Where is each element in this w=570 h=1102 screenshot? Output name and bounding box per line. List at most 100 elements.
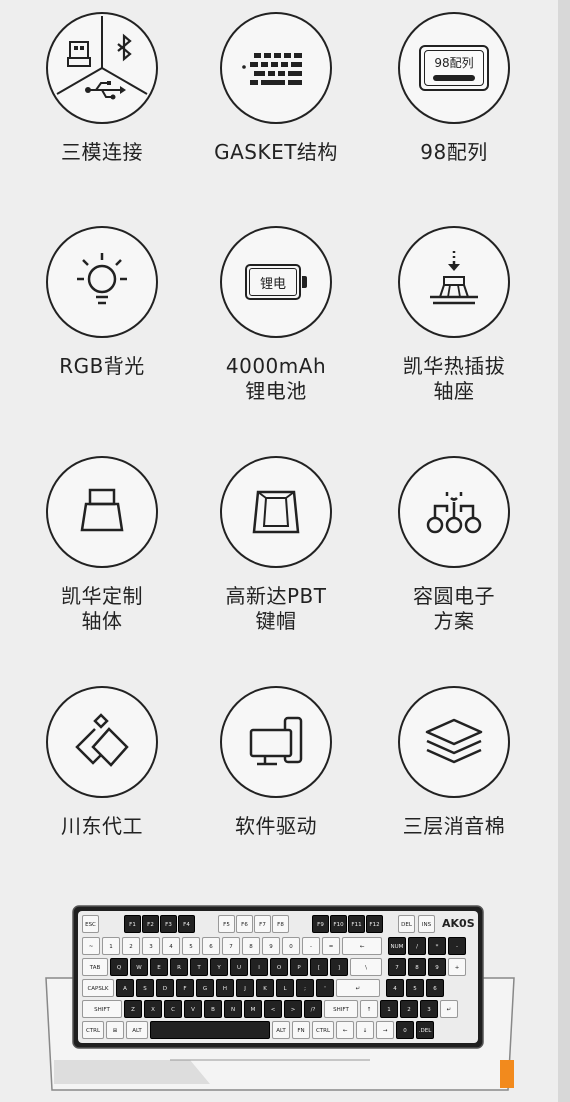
keycap: K bbox=[256, 979, 274, 997]
keycap: B bbox=[204, 1000, 222, 1018]
feature-tri-mode: 三模连接 bbox=[12, 12, 192, 165]
keycap: I bbox=[250, 958, 268, 976]
keycap: O bbox=[270, 958, 288, 976]
keycap: Z bbox=[124, 1000, 142, 1018]
keycap: R bbox=[170, 958, 188, 976]
keycap: .DEL bbox=[416, 1021, 434, 1039]
right-edge-strip bbox=[558, 0, 570, 1102]
keycap: CTRL bbox=[82, 1021, 104, 1039]
keycap: F10 bbox=[330, 915, 347, 933]
feature-label: 4000mAh 锂电池 bbox=[225, 354, 327, 403]
feature-label: 川东代工 bbox=[61, 814, 143, 838]
keycap: 9 bbox=[428, 958, 446, 976]
keycap: INS bbox=[418, 915, 435, 933]
keycap: ] bbox=[330, 958, 348, 976]
battery-badge-text: 锂电 bbox=[259, 277, 286, 292]
keycap: J bbox=[236, 979, 254, 997]
keycap: SHIFT bbox=[82, 1000, 122, 1018]
feature-label: 凯华热插拔 轴座 bbox=[402, 354, 506, 403]
software-driver-icon bbox=[220, 686, 332, 798]
keycap: 3 bbox=[142, 937, 160, 955]
98-layout-icon: 98配列 bbox=[398, 12, 510, 124]
feature-sound-foam: 三层消音棉 bbox=[364, 686, 544, 839]
feature-custom-switch: 凯华定制 轴体 bbox=[12, 456, 192, 634]
keycap: F8 bbox=[272, 915, 289, 933]
keycap: 2 bbox=[400, 1000, 418, 1018]
lithium-battery-icon: 锂电 bbox=[220, 226, 332, 338]
keycap: 6 bbox=[426, 979, 444, 997]
keycap: * bbox=[428, 937, 446, 955]
feature-cardboard: 川东代工 bbox=[12, 686, 192, 839]
keycap: < bbox=[264, 1000, 282, 1018]
keycap: CAPSLK bbox=[82, 979, 114, 997]
keycap: Y bbox=[210, 958, 228, 976]
keycap: 4 bbox=[386, 979, 404, 997]
feature-label: RGB背光 bbox=[59, 354, 145, 378]
keycap: 7 bbox=[222, 937, 240, 955]
keycap: F6 bbox=[236, 915, 253, 933]
keycap: /? bbox=[304, 1000, 322, 1018]
hot-swap-socket-icon bbox=[398, 226, 510, 338]
keycap: 2 bbox=[122, 937, 140, 955]
keycap: ALT bbox=[126, 1021, 148, 1039]
keycap: ↓ bbox=[356, 1021, 374, 1039]
keycap: 1 bbox=[102, 937, 120, 955]
keycap: H bbox=[216, 979, 234, 997]
keycap: ' bbox=[316, 979, 334, 997]
keycap bbox=[150, 1021, 270, 1039]
keycap: TAB bbox=[82, 958, 108, 976]
keycap: F bbox=[176, 979, 194, 997]
keycap: SHIFT bbox=[324, 1000, 358, 1018]
keycap: ↵ bbox=[336, 979, 380, 997]
keycap: W bbox=[130, 958, 148, 976]
feature-solution: 容圆电子 方案 bbox=[364, 456, 544, 634]
feature-battery: 锂电 4000mAh 锂电池 bbox=[186, 226, 366, 404]
layered-diamond-icon bbox=[46, 686, 158, 798]
tri-mode-connection-icon bbox=[46, 12, 158, 124]
keycap: 1 bbox=[380, 1000, 398, 1018]
chip-solution-icon bbox=[398, 456, 510, 568]
keycap: > bbox=[284, 1000, 302, 1018]
keycap: 6 bbox=[202, 937, 220, 955]
feature-label: 三模连接 bbox=[61, 140, 143, 164]
keycap: / bbox=[408, 937, 426, 955]
feature-driver: 软件驱动 bbox=[186, 686, 366, 839]
feature-label: 三层消音棉 bbox=[402, 814, 506, 838]
keycap: 4 bbox=[162, 937, 180, 955]
keycap: + bbox=[448, 958, 466, 976]
keycap: U bbox=[230, 958, 248, 976]
keycap: - bbox=[302, 937, 320, 955]
keycap: → bbox=[376, 1021, 394, 1039]
feature-label: 软件驱动 bbox=[235, 814, 317, 838]
feature-rgb: RGB背光 bbox=[12, 226, 192, 379]
rgb-light-bulb-icon bbox=[46, 226, 158, 338]
feature-label: 98配列 bbox=[420, 140, 488, 164]
keyboard-product-image: ESC F1 F2 F3 F4 F5 F6 F7 F8 F9 F10 F11 F12 DEL INS ~1 2 3… bbox=[40, 900, 520, 1102]
feature-label: 容圆电子 方案 bbox=[413, 584, 495, 633]
keycap: N bbox=[224, 1000, 242, 1018]
keycap: F12 bbox=[366, 915, 383, 933]
keycap: T bbox=[190, 958, 208, 976]
keycap: Q bbox=[110, 958, 128, 976]
feature-98-layout: 98配列 98配列 bbox=[364, 12, 544, 165]
keycap: FN bbox=[292, 1021, 310, 1039]
keycap: X bbox=[144, 1000, 162, 1018]
feature-hotswap: 凯华热插拔 轴座 bbox=[364, 226, 544, 404]
keycap: G bbox=[196, 979, 214, 997]
keycap: M bbox=[244, 1000, 262, 1018]
keycap: F3 bbox=[160, 915, 177, 933]
pbt-keycap-icon bbox=[220, 456, 332, 568]
feature-pbt: 高新达PBT 键帽 bbox=[186, 456, 366, 634]
keycap: ↑ bbox=[360, 1000, 378, 1018]
keycap: [ bbox=[310, 958, 328, 976]
layout-badge-text: 98配列 bbox=[434, 56, 474, 70]
keycap: F9 bbox=[312, 915, 329, 933]
keycap: ← bbox=[342, 937, 382, 955]
keycap: = bbox=[322, 937, 340, 955]
keycap: DEL bbox=[398, 915, 415, 933]
keycap: F5 bbox=[218, 915, 235, 933]
feature-gasket: GASKET结构 bbox=[186, 12, 366, 165]
custom-switch-icon bbox=[46, 456, 158, 568]
keyboard-keys: ESC F1 F2 F3 F4 F5 F6 F7 F8 F9 F10 F11 F12 DEL INS ~1 2 3… bbox=[78, 911, 478, 1043]
keycap: 9 bbox=[262, 937, 280, 955]
